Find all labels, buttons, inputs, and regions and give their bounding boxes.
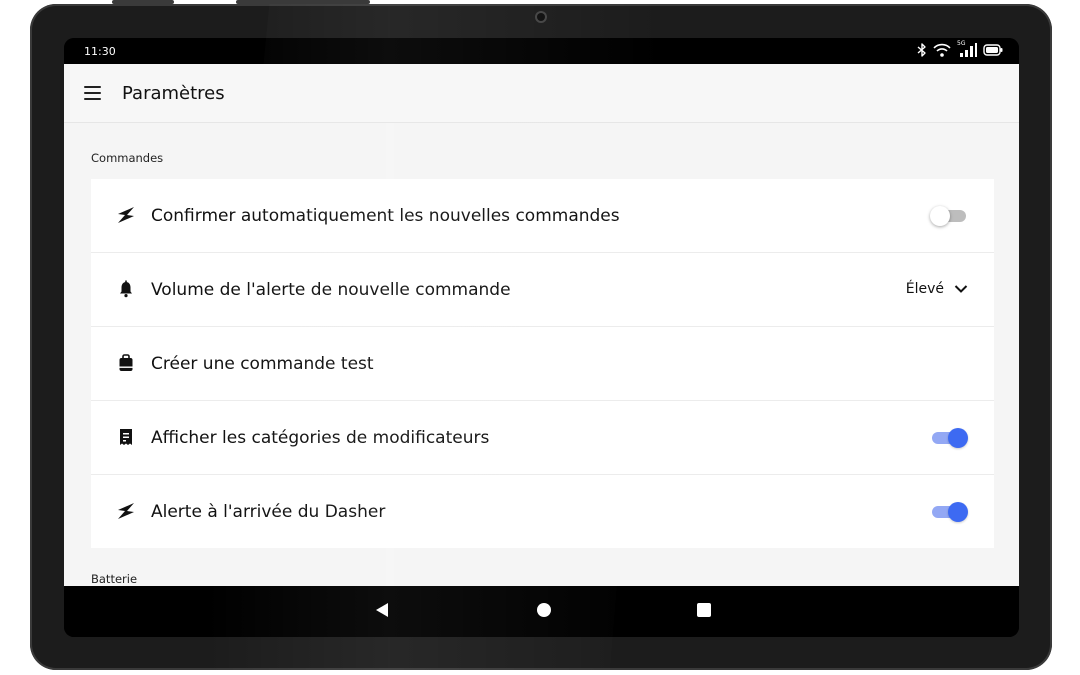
status-time: 11:30 — [84, 45, 116, 58]
status-bar: 11:30 5G — [64, 38, 1019, 64]
setting-label: Volume de l'alerte de nouvelle commande — [151, 279, 511, 300]
menu-line — [84, 92, 101, 94]
recents-icon[interactable] — [696, 602, 712, 622]
status-icons: 5G — [917, 40, 1003, 57]
setting-label: Créer une commande test — [151, 353, 374, 374]
toggle-thumb — [948, 502, 968, 522]
setting-row-dasher-arrival: Alerte à l'arrivée du Dasher — [91, 475, 994, 548]
bell-icon — [117, 280, 135, 298]
bag-icon — [117, 354, 135, 372]
dasher-arrival-toggle[interactable] — [930, 502, 968, 522]
wifi-icon — [933, 43, 951, 57]
alert-volume-dropdown[interactable]: Élevé — [906, 279, 968, 298]
bluetooth-icon — [917, 43, 927, 57]
alert-volume-value: Élevé — [905, 280, 944, 297]
menu-line — [84, 86, 101, 88]
toggle-thumb — [948, 428, 968, 448]
section-label-commandes: Commandes — [91, 151, 164, 165]
commandes-settings-card: Confirmer automatiquement les nouvelles … — [91, 179, 994, 548]
5g-signal-icon: 5G — [957, 40, 977, 57]
setting-row-test-order[interactable]: Créer une commande test — [91, 327, 994, 401]
power-button — [236, 0, 370, 4]
setting-label: Afficher les catégories de modificateurs — [151, 427, 490, 448]
app-bar: Paramètres — [64, 64, 1019, 123]
auto-confirm-toggle[interactable] — [930, 206, 968, 226]
toggle-thumb — [930, 206, 950, 226]
modifier-categories-toggle[interactable] — [930, 428, 968, 448]
hamburger-menu-icon[interactable] — [84, 84, 106, 102]
page-title: Paramètres — [122, 82, 225, 104]
home-icon[interactable] — [536, 602, 552, 622]
tablet-screen: 11:30 5G Paramètres Commandes Confirmer … — [64, 38, 1019, 637]
setting-row-modifier-categories: Afficher les catégories de modificateurs — [91, 401, 994, 475]
section-label-batterie: Batterie — [91, 572, 138, 586]
setting-label: Confirmer automatiquement les nouvelles … — [151, 205, 620, 226]
setting-row-alert-volume: Volume de l'alerte de nouvelle commande … — [91, 253, 994, 327]
settings-app: Paramètres Commandes Confirmer automatiq… — [64, 64, 1019, 586]
setting-row-auto-confirm: Confirmer automatiquement les nouvelles … — [91, 179, 994, 253]
lightning-icon — [117, 502, 135, 520]
battery-icon — [983, 44, 1003, 56]
receipt-icon — [117, 428, 135, 446]
back-icon[interactable] — [375, 602, 389, 622]
volume-button — [112, 0, 174, 4]
menu-line — [84, 98, 101, 100]
chevron-down-icon — [954, 279, 968, 298]
lightning-icon — [117, 206, 135, 224]
navigation-bar — [64, 586, 1019, 637]
front-camera — [537, 13, 545, 21]
setting-label: Alerte à l'arrivée du Dasher — [151, 501, 386, 522]
